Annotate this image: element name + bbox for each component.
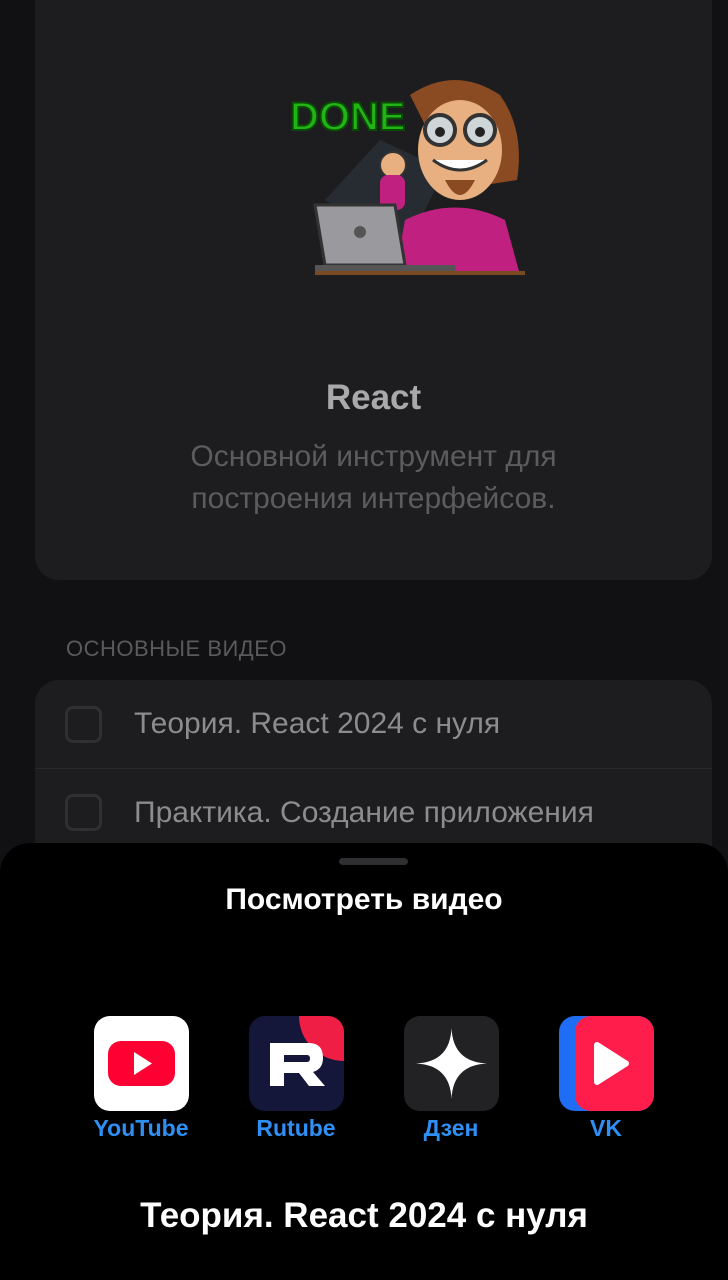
dzen-button[interactable]: Дзен — [386, 1016, 516, 1151]
service-label: Дзен — [423, 1115, 479, 1141]
video-title: Теория. React 2024 с нуля — [134, 707, 501, 740]
youtube-button[interactable]: YouTube — [76, 1016, 206, 1151]
watch-video-sheet: Посмотреть видео YouTube Rutube Дзен VK … — [0, 843, 728, 1280]
service-label: YouTube — [93, 1115, 189, 1141]
vk-video-button[interactable]: VK — [541, 1016, 671, 1151]
video-row[interactable]: Теория. React 2024 с нуля — [35, 680, 712, 768]
sheet-video-title: Теория. React 2024 с нуля — [140, 1196, 588, 1235]
video-checkbox[interactable] — [65, 705, 102, 743]
done-sticker-image: DONE — [285, 70, 535, 280]
service-label: VK — [590, 1115, 622, 1141]
course-title: React — [325, 378, 422, 417]
dzen-icon — [403, 1016, 499, 1111]
service-label: Rutube — [256, 1115, 336, 1141]
section-label-main-videos: ОСНОВНЫЕ ВИДЕО — [66, 636, 287, 661]
rutube-icon — [248, 1016, 344, 1111]
video-checkbox[interactable] — [65, 794, 102, 831]
course-card: DONE React Основной инструмент для постр… — [35, 0, 712, 580]
youtube-icon — [93, 1016, 189, 1111]
course-description: Основной инструмент для построения интер… — [190, 440, 557, 515]
vk-video-icon — [558, 1016, 654, 1111]
sticker-done-text: DONE — [290, 95, 406, 139]
sheet-title: Посмотреть видео — [225, 883, 503, 916]
video-title: Практика. Создание приложения — [134, 795, 594, 829]
sheet-drag-handle[interactable] — [339, 858, 408, 865]
rutube-button[interactable]: Rutube — [231, 1016, 361, 1151]
